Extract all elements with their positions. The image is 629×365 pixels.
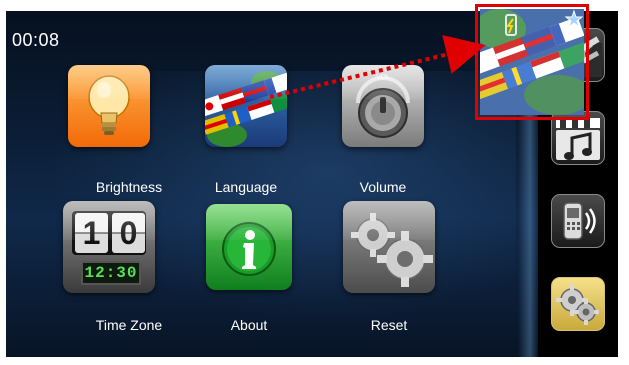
callout-arrow	[269, 35, 486, 99]
